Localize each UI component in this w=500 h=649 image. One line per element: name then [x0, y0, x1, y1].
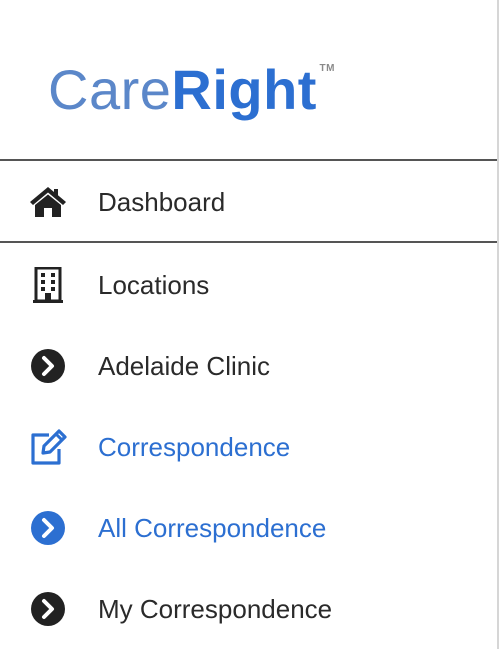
chevron-circle-right-icon [28, 589, 68, 629]
sidebar-item-dashboard[interactable]: Dashboard [0, 162, 497, 242]
logo-trademark: TM [319, 63, 335, 74]
sidebar-item-label: My Correspondence [98, 594, 333, 624]
sidebar-item-correspondence[interactable]: Correspondence [0, 407, 497, 487]
sidebar-item-label: Adelaide Clinic [98, 351, 270, 381]
divider-bottom [0, 241, 497, 243]
sidebar-item-my-correspondence[interactable]: My Correspondence [0, 569, 497, 649]
carerright-logo[interactable]: CareRight TM [48, 58, 334, 122]
home-icon [28, 182, 68, 222]
sidebar-item-all-correspondence[interactable]: All Correspondence [0, 488, 497, 568]
logo-text-right: Right [171, 58, 317, 121]
sidebar-item-label: All Correspondence [98, 513, 327, 543]
sidebar-item-label: Correspondence [98, 432, 291, 462]
sidebar-item-label: Dashboard [98, 187, 226, 217]
logo-area: CareRight TM [0, 0, 497, 160]
divider-top [0, 159, 497, 161]
chevron-circle-right-icon [28, 508, 68, 548]
chevron-circle-right-icon [28, 346, 68, 386]
sidebar-item-locations[interactable]: Locations [0, 245, 497, 325]
building-icon [28, 265, 68, 305]
sidebar: CareRight TM Dashboard Locations Adelaid… [0, 0, 499, 649]
edit-icon [28, 427, 68, 467]
logo-text-care: Care [48, 58, 172, 121]
sidebar-item-label: Locations [98, 270, 210, 300]
sidebar-item-adelaide-clinic[interactable]: Adelaide Clinic [0, 326, 497, 406]
